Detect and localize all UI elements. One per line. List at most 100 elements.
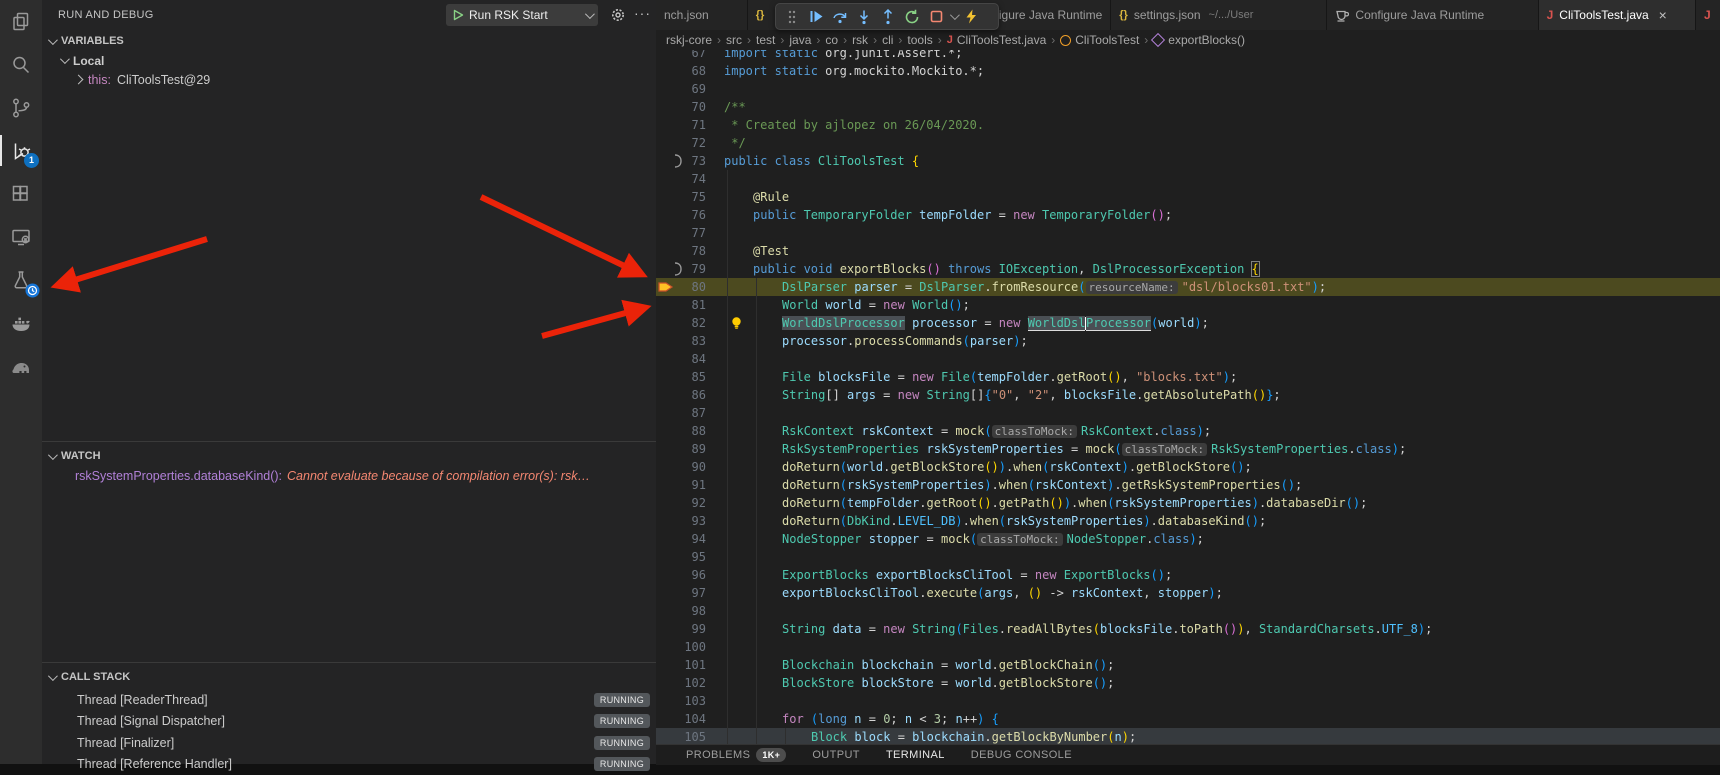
code-line[interactable]: 86String[] args = new String[]{"0", "2",… [656, 386, 1720, 404]
variables-section-header[interactable]: VARIABLES [42, 31, 656, 51]
stop-dropdown-chevron-icon[interactable] [950, 10, 960, 20]
code-line[interactable]: 100 [656, 638, 1720, 656]
line-number[interactable]: 78 [656, 242, 706, 260]
code-text[interactable]: @Test [753, 242, 789, 260]
code-line[interactable]: 75 @Rule [656, 188, 1720, 206]
code-line[interactable]: 85 File blocksFile = new File(tempFolder.… [656, 368, 1720, 386]
line-number[interactable]: 71 [656, 116, 706, 134]
sidebar-item-search[interactable] [0, 43, 42, 86]
code-line[interactable]: 69 [656, 80, 1720, 98]
lightbulb-icon[interactable] [730, 316, 743, 330]
code-line[interactable]: 96ExportBlocks exportBlocksCliTool = new… [656, 566, 1720, 584]
code-line[interactable]: 90 doReturn(world.getBlockStore()).when(r… [656, 458, 1720, 476]
line-number[interactable]: 90 [656, 458, 706, 476]
line-number[interactable]: 73 [656, 152, 706, 170]
breadcrumb-item[interactable]: rskj-core [666, 33, 712, 47]
call-stack-thread[interactable]: Thread [Reference Handler]RUNNING [42, 754, 656, 775]
step-over-button[interactable] [830, 7, 850, 27]
breadcrumb-item[interactable]: src [726, 33, 742, 47]
line-number[interactable]: 93 [656, 512, 706, 530]
code-text[interactable]: doReturn(tempFolder.getRoot().getPath())… [782, 494, 1367, 512]
more-actions-icon[interactable]: ··· [634, 5, 651, 21]
code-text[interactable]: BlockStore blockStore = world.getBlockSt… [782, 674, 1114, 692]
panel-tab-output[interactable]: OUTPUT [812, 749, 860, 761]
line-number[interactable]: 89 [656, 440, 706, 458]
step-into-button[interactable] [854, 7, 874, 27]
code-line[interactable]: 105Block block = blockchain.getBlockByNu… [656, 728, 1720, 744]
code-text[interactable]: * Created by ajlopez on 26/04/2020. [724, 116, 984, 134]
sidebar-item-docker[interactable] [0, 301, 42, 344]
panel-tab-debug-console[interactable]: DEBUG CONSOLE [971, 749, 1072, 761]
hot-code-replace-lightning-icon[interactable] [961, 7, 981, 27]
editor-tab-settings.json[interactable]: {}settings.json~/.../User [1111, 0, 1327, 30]
code-text[interactable]: RskSystemProperties rskSystemProperties … [782, 440, 1406, 459]
line-number[interactable]: 95 [656, 548, 706, 566]
variable-this[interactable]: this: CliToolsTest@29 [42, 70, 656, 89]
code-line[interactable]: 71 * Created by ajlopez on 26/04/2020. [656, 116, 1720, 134]
line-number[interactable]: 103 [656, 692, 706, 710]
code-text[interactable]: doReturn(world.getBlockStore()).when(rsk… [782, 458, 1252, 476]
sidebar-item-explorer[interactable] [0, 0, 42, 43]
code-line[interactable]: 99String data = new String(Files.readAll… [656, 620, 1720, 638]
line-number[interactable]: 74 [656, 170, 706, 188]
line-number[interactable]: 80 [656, 278, 706, 296]
line-number[interactable]: 68 [656, 62, 706, 80]
step-out-button[interactable] [878, 7, 898, 27]
line-number[interactable]: 98 [656, 602, 706, 620]
sidebar-item-gradle[interactable] [0, 344, 42, 387]
code-text[interactable]: File blocksFile = new File(tempFolder.ge… [782, 368, 1237, 386]
line-number[interactable]: 81 [656, 296, 706, 314]
code-line[interactable]: 95 [656, 548, 1720, 566]
close-icon[interactable]: × [1659, 7, 1667, 23]
code-text[interactable]: exportBlocksCliTool.execute(args, () -> … [782, 584, 1223, 602]
code-line[interactable]: 83 processor.processCommands(parser); [656, 332, 1720, 350]
code-text[interactable]: WorldDslProcessor processor = new WorldD… [782, 314, 1209, 332]
code-text[interactable]: public TemporaryFolder tempFolder = new … [753, 206, 1172, 224]
line-number[interactable]: 92 [656, 494, 706, 512]
stop-button[interactable] [926, 7, 946, 27]
call-stack-thread[interactable]: Thread [Finalizer]RUNNING [42, 732, 656, 753]
breadcrumb-item[interactable]: tools [907, 33, 932, 47]
code-line[interactable]: 82WorldDslProcessor processor = new Worl… [656, 314, 1720, 332]
line-number[interactable]: 75 [656, 188, 706, 206]
line-number[interactable]: 85 [656, 368, 706, 386]
code-text[interactable]: public class CliToolsTest { [724, 152, 919, 170]
line-number[interactable]: 84 [656, 350, 706, 368]
line-number[interactable]: 97 [656, 584, 706, 602]
code-line[interactable]: 92 doReturn(tempFolder.getRoot().getPath(… [656, 494, 1720, 512]
code-text[interactable]: public void exportBlocks() throws IOExce… [753, 260, 1259, 278]
line-number[interactable]: 86 [656, 386, 706, 404]
gear-icon[interactable] [610, 7, 626, 23]
sidebar-item-testing[interactable] [0, 258, 42, 301]
call-stack-section-header[interactable]: CALL STACK [42, 667, 656, 687]
line-number[interactable]: 87 [656, 404, 706, 422]
code-line[interactable]: 78 @Test [656, 242, 1720, 260]
breadcrumb-item[interactable]: co [825, 33, 838, 47]
code-line[interactable]: 87 [656, 404, 1720, 422]
code-text[interactable]: NodeStopper stopper = mock(classToMock:N… [782, 530, 1204, 549]
code-text[interactable]: doReturn(DbKind.LEVEL_DB).when(rskSystem… [782, 512, 1266, 530]
code-text[interactable]: String data = new String(Files.readAllBy… [782, 620, 1432, 638]
code-line[interactable]: 91doReturn(rskSystemProperties).when(rsk… [656, 476, 1720, 494]
line-number[interactable]: 101 [656, 656, 706, 674]
sidebar-item-run-and-debug[interactable]: 1 [0, 129, 42, 172]
code-line[interactable]: 79public void exportBlocks() throws IOEx… [656, 260, 1720, 278]
code-line[interactable]: 103 [656, 692, 1720, 710]
chevron-down-icon[interactable] [585, 9, 595, 19]
panel-tab-problems[interactable]: PROBLEMS1K+ [686, 748, 786, 762]
code-text[interactable]: processor.processCommands(parser); [782, 332, 1028, 350]
breadcrumb-item[interactable]: cli [882, 33, 893, 47]
code-line[interactable]: 70/** [656, 98, 1720, 116]
call-stack-thread[interactable]: Thread [ReaderThread]RUNNING [42, 689, 656, 710]
code-text[interactable]: for (long n = 0; n < 3; n++) { [782, 710, 999, 728]
code-text[interactable]: @Rule [753, 188, 789, 206]
sidebar-item-source-control[interactable] [0, 86, 42, 129]
code-line[interactable]: 81World world = new World(); [656, 296, 1720, 314]
line-number[interactable]: 83 [656, 332, 706, 350]
line-number[interactable]: 96 [656, 566, 706, 584]
code-line[interactable]: 84 [656, 350, 1720, 368]
restart-button[interactable] [902, 7, 922, 27]
launch-config-dropdown[interactable]: Run RSK Start [446, 4, 598, 26]
breadcrumb-symbol[interactable]: exportBlocks() [1168, 33, 1245, 47]
code-line[interactable]: 102BlockStore blockStore = world.getBloc… [656, 674, 1720, 692]
